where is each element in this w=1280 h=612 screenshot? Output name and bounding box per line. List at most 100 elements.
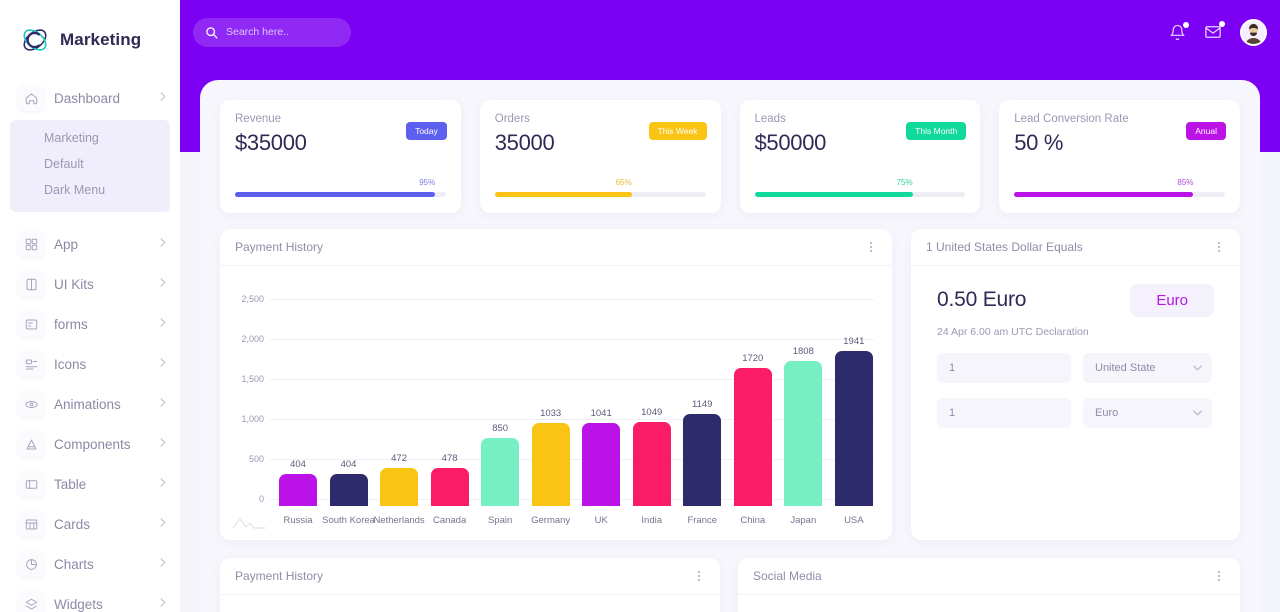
bell-badge-dot bbox=[1183, 21, 1189, 28]
kpi-badge[interactable]: This Week bbox=[648, 122, 707, 140]
bar-value-label: 1149 bbox=[692, 399, 713, 411]
chart-bars: 404 Russia 404 South Korea 472 Netherlands 478… bbox=[275, 306, 877, 526]
sidebar-subitem-marketing[interactable]: Marketing bbox=[10, 125, 170, 151]
sidebar-item-table[interactable]: Table bbox=[0, 464, 180, 504]
bar[interactable] bbox=[430, 467, 469, 506]
country-from-select[interactable]: United State bbox=[1083, 353, 1212, 383]
kebab-menu-icon[interactable] bbox=[864, 239, 878, 255]
sidebar-item-label: UI Kits bbox=[54, 276, 94, 292]
sidebar-item-components[interactable]: Components bbox=[0, 424, 180, 464]
sidebar-item-ui-kits[interactable]: UI Kits bbox=[0, 264, 180, 304]
x-axis-label: Spain bbox=[487, 515, 513, 526]
cards-icon bbox=[18, 511, 44, 537]
kpi-badge[interactable]: Anual bbox=[1186, 122, 1226, 140]
chevron-right-icon bbox=[160, 598, 166, 610]
amount-to-input[interactable] bbox=[937, 398, 1071, 428]
kebab-menu-icon[interactable] bbox=[1212, 568, 1226, 584]
bar-column[interactable]: 850 Spain bbox=[477, 306, 523, 526]
mail-badge-dot bbox=[1219, 21, 1225, 27]
forms-icon bbox=[18, 311, 44, 337]
bar-column[interactable]: 1808 Japan bbox=[780, 306, 826, 526]
bar[interactable] bbox=[531, 423, 570, 506]
sidebar-item-label: Charts bbox=[54, 556, 94, 572]
kpi-card-orders: Orders 35000 This Week 65% bbox=[479, 100, 721, 213]
chevron-right-icon bbox=[160, 558, 166, 570]
bar[interactable] bbox=[329, 473, 368, 506]
sidebar-nav: Dashboard Marketing Default Dark Menu App UI … bbox=[0, 64, 180, 612]
bar[interactable] bbox=[380, 468, 419, 506]
main-panel: Revenue $35000 Today 95% Orders 35000 Th… bbox=[200, 80, 1260, 612]
bar-column[interactable]: 472 Netherlands bbox=[373, 306, 424, 526]
gridline bbox=[270, 299, 874, 300]
card-header: 1 United States Dollar Equals bbox=[911, 229, 1240, 266]
bar-value-label: 478 bbox=[441, 452, 458, 464]
bar-column[interactable]: 404 Russia bbox=[275, 306, 321, 526]
kpi-card-revenue: Revenue $35000 Today 95% bbox=[220, 100, 461, 213]
bar[interactable] bbox=[279, 473, 317, 506]
animations-icon bbox=[18, 391, 44, 417]
sidebar-item-label: Table bbox=[54, 476, 87, 492]
kpi-progress-track bbox=[1014, 192, 1225, 197]
widgets-icon bbox=[18, 591, 44, 612]
bar-column[interactable]: 1049 India bbox=[629, 306, 675, 526]
country-to-select[interactable]: Euro bbox=[1083, 398, 1212, 428]
chevron-right-icon bbox=[160, 438, 166, 450]
sidebar-item-cards[interactable]: Cards bbox=[0, 504, 180, 544]
chevron-right-icon bbox=[160, 518, 166, 530]
x-axis-label: USA bbox=[844, 515, 864, 526]
search-input[interactable] bbox=[226, 26, 339, 38]
bar-column[interactable]: 1941 USA bbox=[831, 306, 877, 526]
bar[interactable] bbox=[632, 422, 671, 506]
kpi-progress-track bbox=[494, 192, 706, 197]
home-icon bbox=[18, 85, 44, 111]
search-box[interactable] bbox=[193, 17, 351, 47]
bar-column[interactable]: 1720 China bbox=[730, 306, 776, 526]
brand[interactable]: Marketing bbox=[0, 0, 180, 64]
kebab-menu-icon[interactable] bbox=[692, 568, 706, 584]
currency-chip[interactable]: Euro bbox=[1130, 284, 1214, 317]
sidebar-subitem-default[interactable]: Default bbox=[10, 151, 170, 177]
bar[interactable] bbox=[784, 361, 823, 506]
kpi-card-lead-conversion-rate: Lead Conversion Rate 50 % Anual 85% bbox=[999, 100, 1240, 213]
bar-column[interactable]: 1033 Germany bbox=[528, 306, 574, 526]
brand-name: Marketing bbox=[60, 30, 142, 49]
bar-value-label: 404 bbox=[290, 458, 306, 470]
sidebar-item-app[interactable]: App bbox=[0, 224, 180, 264]
bar-column[interactable]: 1041 UK bbox=[578, 306, 624, 526]
kpi-badge[interactable]: Today bbox=[406, 122, 447, 140]
components-icon bbox=[18, 431, 44, 457]
bottom-social-media-card: Social Media bbox=[738, 558, 1240, 612]
sidebar-item-animations[interactable]: Animations bbox=[0, 384, 180, 424]
kpi-badge[interactable]: This Month bbox=[906, 122, 967, 140]
sidebar-subitem-dark-menu[interactable]: Dark Menu bbox=[10, 177, 170, 203]
sidebar-item-icons[interactable]: Icons bbox=[0, 344, 180, 384]
bar[interactable] bbox=[481, 438, 520, 506]
avatar[interactable] bbox=[1240, 18, 1267, 46]
card-title: Payment History bbox=[235, 240, 324, 254]
sidebar-item-charts[interactable]: Charts bbox=[0, 544, 180, 584]
bell-icon[interactable] bbox=[1169, 21, 1189, 41]
bar-column[interactable]: 1149 France bbox=[679, 306, 725, 526]
x-axis-label: UK bbox=[594, 515, 608, 526]
card-title: Social Media bbox=[753, 569, 822, 583]
bar[interactable] bbox=[733, 368, 772, 506]
grid-icon bbox=[18, 231, 44, 257]
bar[interactable] bbox=[582, 422, 621, 506]
card-header: Payment History bbox=[220, 558, 720, 595]
amount-from-input[interactable] bbox=[937, 353, 1071, 383]
sidebar-item-dashboard[interactable]: Dashboard bbox=[0, 78, 180, 118]
bar-value-label: 1033 bbox=[540, 408, 562, 420]
kpi-progress-fill bbox=[1014, 192, 1194, 197]
bar-column[interactable]: 404 South Korea bbox=[322, 306, 375, 526]
bar-column[interactable]: 478 Canada bbox=[427, 306, 473, 526]
kebab-menu-icon[interactable] bbox=[1212, 239, 1226, 255]
bar[interactable] bbox=[834, 350, 873, 506]
chevron-right-icon bbox=[160, 398, 166, 410]
sidebar-item-widgets[interactable]: Widgets bbox=[0, 584, 180, 612]
mail-icon[interactable] bbox=[1204, 21, 1225, 41]
bar[interactable] bbox=[683, 414, 722, 506]
sidebar-item-forms[interactable]: forms bbox=[0, 304, 180, 344]
sparkline-decoration bbox=[232, 518, 266, 529]
y-axis-tick: 500 bbox=[248, 454, 264, 464]
